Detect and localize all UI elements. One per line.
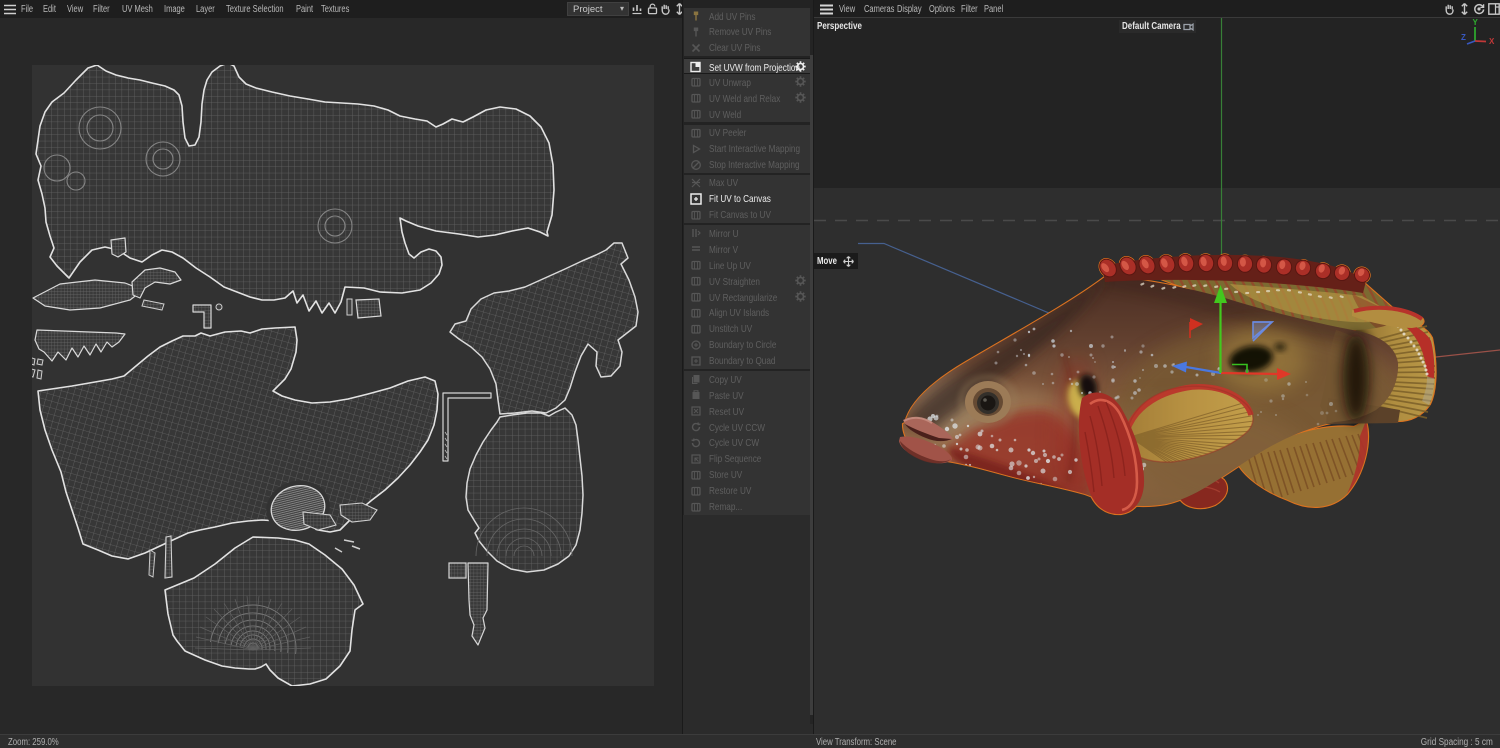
svg-text:Y: Y	[1473, 18, 1479, 27]
svg-text:X: X	[1489, 37, 1495, 46]
svg-text:Z: Z	[1461, 33, 1466, 42]
